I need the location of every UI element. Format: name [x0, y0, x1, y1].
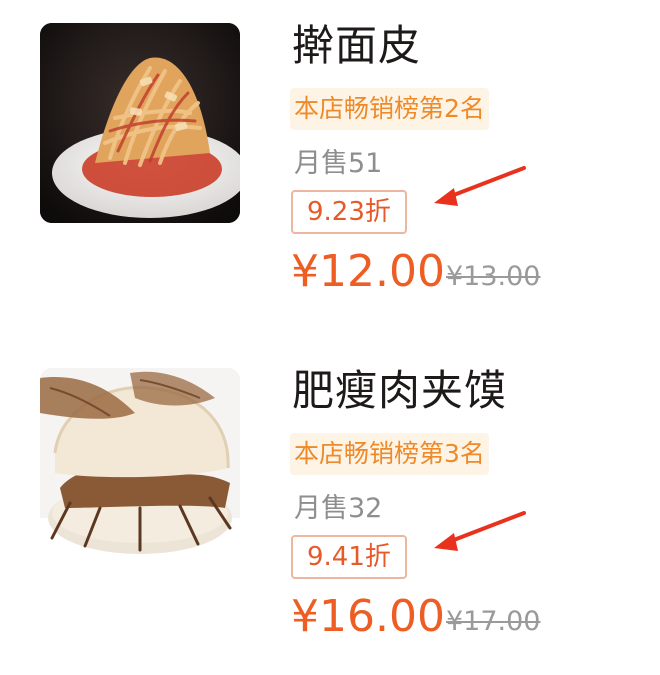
dish-name: 肥瘦肉夹馍 [292, 366, 508, 415]
dish-name: 擀面皮 [292, 21, 422, 70]
monthly-sales: 月售51 [294, 148, 383, 179]
original-price: ¥17.00 [446, 606, 541, 637]
original-price: ¥13.00 [446, 261, 541, 292]
annotation-arrow-icon [434, 166, 526, 206]
discount-badge: 9.41折 [291, 535, 407, 579]
current-price: ¥16.00 [291, 591, 445, 642]
annotation-arrow-icon [434, 511, 526, 551]
dish-image-roujiamo[interactable] [40, 368, 240, 568]
sales-rank-badge: 本店畅销榜第3名 [290, 433, 489, 475]
monthly-sales: 月售32 [294, 493, 383, 524]
dish-card-2[interactable]: 肥瘦肉夹馍 本店畅销榜第3名 月售32 9.41折 ¥16.00 ¥17.00 [0, 345, 660, 675]
sales-rank-badge: 本店畅销榜第2名 [290, 88, 489, 130]
current-price: ¥12.00 [291, 246, 445, 297]
discount-badge: 9.23折 [291, 190, 407, 234]
noodle-dish-illustration [40, 23, 240, 223]
dish-image-noodles[interactable] [40, 23, 240, 223]
dish-card-1[interactable]: 擀面皮 本店畅销榜第2名 月售51 9.23折 ¥12.00 ¥13.00 [0, 0, 660, 330]
roujiamo-illustration [40, 368, 240, 568]
